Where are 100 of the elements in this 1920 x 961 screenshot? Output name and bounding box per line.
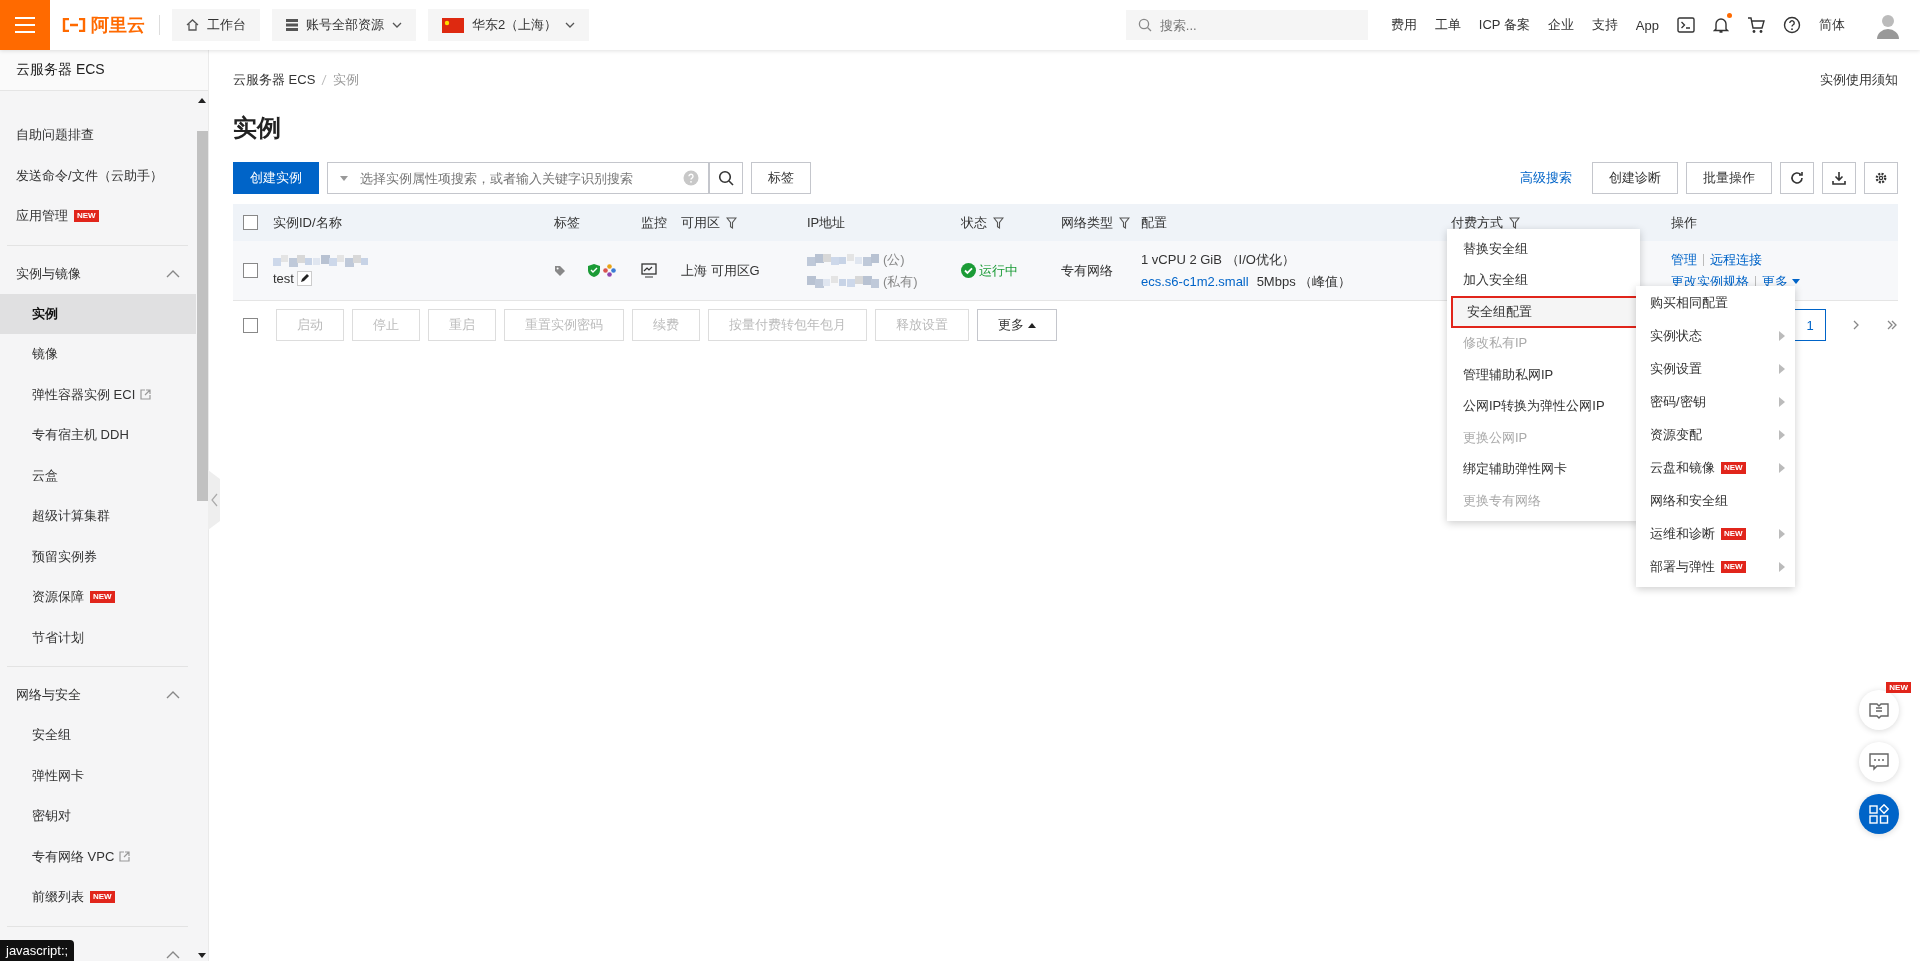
menu-item[interactable]: 加入安全组 [1447, 264, 1640, 296]
sidebar-item[interactable]: 弹性网卡 [0, 755, 196, 796]
top-link[interactable]: 费用 [1390, 16, 1417, 34]
menu-item[interactable]: 管理辅助私网IP [1447, 359, 1640, 391]
download-button[interactable] [1822, 162, 1856, 194]
chevron-up-icon[interactable] [166, 269, 180, 278]
nav-button[interactable]: 华东2（上海） [428, 9, 590, 41]
filter-icon[interactable] [1119, 216, 1130, 229]
last-page-icon[interactable] [1886, 319, 1898, 331]
help-icon[interactable] [1783, 16, 1801, 34]
top-link[interactable]: 支持 [1591, 16, 1618, 34]
menu-item[interactable]: 实例设置 [1650, 359, 1702, 378]
new-badge: NEW [1886, 682, 1911, 693]
search-field[interactable]: 选择实例属性项搜索，或者输入关键字识别搜索 [327, 162, 709, 194]
sidebar-item[interactable]: 应用管理 NEW [0, 196, 196, 237]
submenu-arrow-icon [1779, 363, 1785, 374]
search-button[interactable] [709, 162, 743, 194]
menu-item[interactable]: 网络和安全组 [1650, 491, 1728, 510]
sidebar-item[interactable]: 前缀列表 NEW [0, 877, 196, 918]
sidebar-item[interactable]: 密钥对 [0, 796, 196, 837]
shield-icon[interactable] [588, 264, 600, 277]
sidebar-item[interactable]: 安全组 [0, 715, 196, 756]
tag-button[interactable]: 标签 [751, 162, 811, 194]
instance-spec-link[interactable]: ecs.s6-c1m2.small [1141, 273, 1249, 289]
tag-icon[interactable] [554, 264, 566, 277]
action-link[interactable]: 管理 [1671, 250, 1697, 269]
advanced-search-link[interactable]: 高级搜索 [1520, 169, 1572, 187]
caret-up-icon [1028, 322, 1036, 328]
language-link[interactable]: 简体 [1819, 16, 1845, 34]
sidebar-item[interactable]: 节省计划 [0, 617, 196, 658]
menu-item[interactable]: 购买相同配置 [1650, 293, 1728, 312]
sidebar-item[interactable]: 专有宿主机 DDH [0, 415, 196, 456]
flower-icon[interactable] [603, 264, 616, 277]
chevron-up-icon[interactable] [166, 691, 180, 699]
scroll-up-icon[interactable] [198, 97, 206, 103]
edit-icon[interactable] [296, 271, 312, 286]
sidebar-title: 云服务器 ECS [0, 50, 208, 91]
menu-item[interactable]: 实例状态 [1650, 326, 1702, 345]
scroll-down-icon[interactable] [198, 953, 206, 959]
next-page-icon[interactable] [1852, 319, 1860, 331]
breadcrumb-link[interactable]: 云服务器 ECS [233, 71, 316, 89]
toolbar-button[interactable]: 批量操作 [1686, 162, 1772, 194]
chat-button[interactable] [1859, 742, 1899, 782]
page-button[interactable]: 1 [1794, 309, 1826, 341]
menu-item[interactable]: 绑定辅助弹性网卡 [1447, 453, 1640, 485]
toolbar-button[interactable]: 创建诊断 [1592, 162, 1678, 194]
refresh-button[interactable] [1780, 162, 1814, 194]
monitor-icon[interactable] [641, 263, 657, 278]
cart-icon[interactable] [1747, 16, 1765, 34]
checkbox[interactable] [243, 317, 258, 333]
filter-icon[interactable] [993, 216, 1004, 229]
settings-button[interactable] [1864, 162, 1898, 194]
checkbox[interactable] [243, 263, 258, 278]
top-link[interactable]: ICP 备案 [1478, 16, 1530, 34]
flag-icon [442, 17, 464, 33]
terminal-icon[interactable] [1677, 17, 1695, 33]
logo-icon [62, 18, 86, 32]
search-field[interactable]: 搜索... [1125, 10, 1368, 40]
top-link[interactable]: 企业 [1547, 16, 1574, 34]
new-badge: NEW [74, 210, 99, 223]
sidebar-item[interactable]: 镜像 [0, 334, 196, 375]
filter-icon[interactable] [726, 216, 737, 229]
column-header: 操作 [1671, 213, 1697, 232]
batch-button[interactable]: 更多 [977, 309, 1057, 341]
menu-item[interactable]: 运维和诊断 [1650, 524, 1715, 543]
menu-button[interactable] [0, 0, 50, 50]
menu-item[interactable]: 资源变配 [1650, 425, 1702, 444]
menu-item[interactable]: 替换安全组 [1447, 233, 1640, 265]
sidebar-item[interactable]: 专有网络 VPC [0, 836, 196, 877]
filter-icon[interactable] [1509, 216, 1520, 229]
menu-item[interactable]: 部署与弹性 [1650, 557, 1715, 576]
settings-icon [1874, 171, 1888, 185]
menu-item[interactable]: 安全组配置 [1451, 296, 1638, 328]
menu-item[interactable]: 公网IP转换为弹性公网IP [1447, 390, 1640, 422]
notice-link[interactable]: 实例使用须知 [1820, 71, 1898, 89]
caret-icon [340, 176, 348, 181]
sidebar-item[interactable]: 预留实例券 [0, 536, 196, 577]
sidebar-item[interactable]: 超级计算集群 [0, 496, 196, 537]
top-link[interactable]: 工单 [1434, 16, 1461, 34]
sidebar-item[interactable]: 实例 [0, 293, 196, 334]
sidebar-item[interactable]: 自助问题排查 [0, 115, 196, 156]
chevron-up-icon[interactable] [166, 950, 180, 959]
menu-item[interactable]: 密码/密钥 [1650, 392, 1706, 411]
menu-item[interactable]: 云盘和镜像 [1650, 458, 1715, 477]
sidebar-item[interactable]: 发送命令/文件（云助手） [0, 155, 196, 196]
scrollbar-thumb[interactable] [196, 131, 208, 501]
bell-icon[interactable] [1713, 16, 1729, 34]
nav-button[interactable]: 账号全部资源 [272, 9, 416, 41]
create-instance-button[interactable]: 创建实例 [233, 162, 319, 194]
sidebar-item[interactable]: 弹性容器实例 ECI [0, 374, 196, 415]
sidebar-item[interactable]: 云盒 [0, 455, 196, 496]
docs-button[interactable] [1859, 690, 1899, 730]
sidebar-item[interactable]: 资源保障 NEW [0, 577, 196, 618]
checkbox[interactable] [243, 215, 258, 230]
top-link[interactable]: App [1635, 17, 1659, 33]
action-link[interactable]: 远程连接 [1710, 250, 1762, 269]
column-header: IP地址 [807, 213, 846, 232]
nav-button[interactable]: 工作台 [172, 9, 260, 41]
apps-button[interactable] [1859, 794, 1899, 834]
external-link-icon [119, 851, 131, 863]
